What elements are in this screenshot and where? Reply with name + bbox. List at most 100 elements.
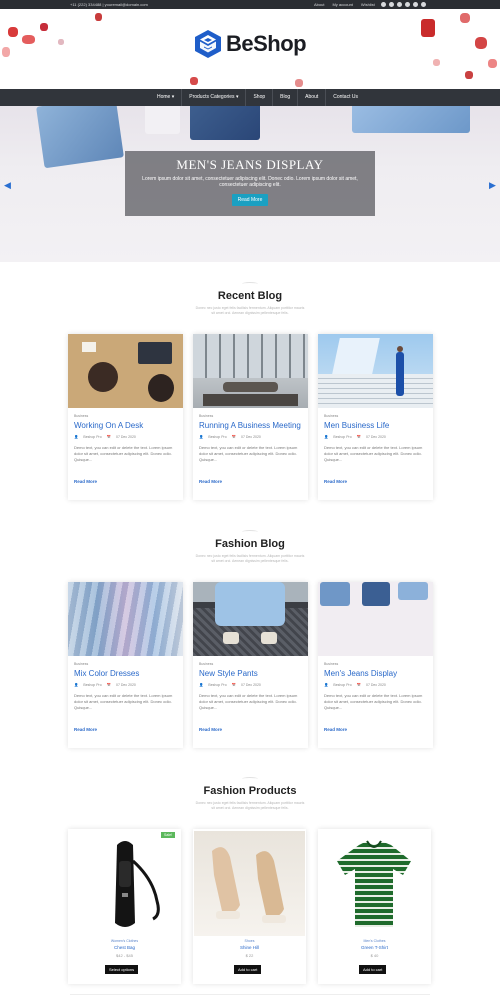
post-title[interactable]: Running A Business Meeting: [199, 421, 301, 430]
post-category[interactable]: Business: [199, 662, 213, 666]
post-category[interactable]: Business: [74, 662, 88, 666]
post-category[interactable]: Business: [199, 414, 213, 418]
product-card: Sale! Women's Clothes Chest Bag $42 - $4…: [68, 829, 181, 984]
post-image-dresses[interactable]: [68, 582, 183, 656]
post-meta: 👤 Beshop Pro 📅 07 Dec 2020: [74, 683, 136, 687]
post-image-pants[interactable]: [193, 582, 308, 656]
read-more-link[interactable]: Read More: [324, 479, 347, 484]
brand-name: BeShop: [226, 31, 307, 56]
post-title[interactable]: Working On A Desk: [74, 421, 143, 430]
author-icon: 👤: [74, 683, 79, 687]
top-bar: +11 (222) 334488 | youremail@domain.com …: [0, 0, 500, 9]
title-ornament: [242, 282, 258, 286]
decor-berry-icon: [475, 37, 487, 49]
title-ornament: [242, 530, 258, 534]
instagram-icon[interactable]: [413, 2, 418, 7]
nav-item-contact[interactable]: Contact Us: [325, 89, 365, 106]
nav-item-shop[interactable]: Shop: [245, 89, 272, 106]
post-image-businessman[interactable]: [318, 334, 433, 408]
post-excerpt: Demo text, you can edit or delete the te…: [199, 693, 298, 710]
section-title-fashion-products: Fashion Products: [203, 785, 297, 797]
read-more-link[interactable]: Read More: [74, 727, 97, 732]
blog-card: Business Mix Color Dresses 👤 Beshop Pro 📅…: [68, 582, 183, 748]
post-excerpt: Demo text, you can edit or delete the te…: [199, 445, 298, 462]
decor-berry-icon: [40, 23, 48, 31]
email-icon[interactable]: [405, 2, 410, 7]
post-image-desk[interactable]: [68, 334, 183, 408]
product-card: Men's Clothes Green T-Shirt $ 40 Add to …: [318, 829, 431, 984]
nav-item-blog[interactable]: Blog: [272, 89, 297, 106]
decor-berry-icon: [488, 59, 497, 68]
top-link-wishlist[interactable]: Wishlist: [361, 2, 375, 7]
post-image-meeting[interactable]: [193, 334, 308, 408]
post-meta: 👤 Beshop Pro 📅 07 Dec 2020: [199, 435, 261, 439]
add-to-cart-button[interactable]: Add to cart: [234, 965, 262, 974]
post-excerpt: Demo text, you can edit or delete the te…: [74, 445, 173, 462]
dribbble-icon[interactable]: [421, 2, 426, 7]
post-category[interactable]: Business: [324, 414, 338, 418]
chevron-down-icon: ▾: [171, 94, 175, 100]
product-image-green-tshirt[interactable]: [319, 831, 430, 936]
decor-berry-icon: [22, 35, 35, 44]
section-title-recent-blog: Recent Blog: [217, 290, 283, 302]
title-ornament: [242, 777, 258, 781]
read-more-link[interactable]: Read More: [199, 727, 222, 732]
slider-next-arrow-icon[interactable]: ▶: [489, 180, 496, 191]
facebook-icon[interactable]: [381, 2, 386, 7]
chevron-down-icon: ▾: [235, 94, 239, 100]
product-image-chest-bag[interactable]: [69, 831, 180, 936]
add-to-cart-button[interactable]: Add to cart: [359, 965, 387, 974]
hero-title: MEN'S JEANS DISPLAY: [176, 157, 324, 172]
product-price: $ 22: [245, 953, 254, 958]
bag-icon: [115, 841, 160, 927]
product-category[interactable]: Men's Clothes: [318, 939, 431, 943]
product-image-shine-hill[interactable]: [194, 831, 305, 936]
read-more-link[interactable]: Read More: [74, 479, 97, 484]
hero-jeans-image: [352, 106, 470, 133]
post-category[interactable]: Business: [324, 662, 338, 666]
decor-berry-icon: [460, 13, 470, 23]
post-image-jeans-display[interactable]: [318, 582, 433, 656]
decor-berry-icon: [190, 77, 198, 85]
read-more-link[interactable]: Read More: [199, 479, 222, 484]
vimeo-icon[interactable]: [397, 2, 402, 7]
top-link-my-account[interactable]: My account: [332, 2, 352, 7]
post-title[interactable]: Men's Jeans Display: [324, 669, 397, 678]
product-name[interactable]: Chest Bag: [68, 945, 181, 950]
post-meta: 👤 Beshop Pro 📅 07 Dec 2020: [324, 683, 386, 687]
decor-berry-icon: [8, 27, 18, 37]
product-category[interactable]: Shoes: [193, 939, 306, 943]
product-category[interactable]: Women's Clothes: [68, 939, 181, 943]
contact-info: +11 (222) 334488 | youremail@domain.com: [70, 2, 148, 7]
logo-cube-icon: [195, 30, 221, 58]
hero-read-more-button[interactable]: Read More: [231, 194, 269, 206]
nav-item-about[interactable]: About: [297, 89, 325, 106]
blog-card: Business New Style Pants 👤 Beshop Pro 📅 07…: [193, 582, 308, 748]
site-header: BeShop: [0, 9, 500, 89]
calendar-icon: 📅: [356, 683, 362, 687]
top-link-about[interactable]: About: [314, 2, 324, 7]
read-more-link[interactable]: Read More: [324, 727, 347, 732]
product-name[interactable]: Shine Hill: [193, 945, 306, 950]
section-title-fashion-blog: Fashion Blog: [215, 538, 285, 550]
post-category[interactable]: Business: [74, 414, 88, 418]
select-options-button[interactable]: Select options: [105, 965, 139, 974]
site-logo[interactable]: BeShop: [193, 29, 307, 59]
post-meta: 👤 Beshop Pro 📅 07 Dec 2020: [324, 435, 386, 439]
product-name[interactable]: Green T-Shirt: [318, 945, 431, 950]
decor-berry-icon: [58, 39, 64, 45]
hero-slider: ◀ ▶ MEN'S JEANS DISPLAY Lorem ipsum dolo…: [0, 106, 500, 262]
nav-item-products-categories[interactable]: Products Categories ▾: [181, 89, 245, 106]
post-excerpt: Demo text, you can edit or delete the te…: [74, 693, 173, 710]
nav-item-home[interactable]: Home ▾: [150, 89, 181, 106]
blog-card: Business Working On A Desk 👤 Beshop Pro 📅…: [68, 334, 183, 500]
post-title[interactable]: New Style Pants: [199, 669, 258, 678]
hero-caption: MEN'S JEANS DISPLAY Lorem ipsum dolor si…: [125, 151, 375, 216]
post-title[interactable]: Mix Color Dresses: [74, 669, 139, 678]
calendar-icon: 📅: [356, 435, 362, 439]
hero-text: Lorem ipsum dolor sit amet, consectetuer…: [142, 176, 358, 188]
slider-prev-arrow-icon[interactable]: ◀: [4, 180, 11, 191]
post-excerpt: Demo text, you can edit or delete the te…: [324, 445, 423, 462]
twitter-icon[interactable]: [389, 2, 394, 7]
post-title[interactable]: Men Business Life: [324, 421, 389, 430]
